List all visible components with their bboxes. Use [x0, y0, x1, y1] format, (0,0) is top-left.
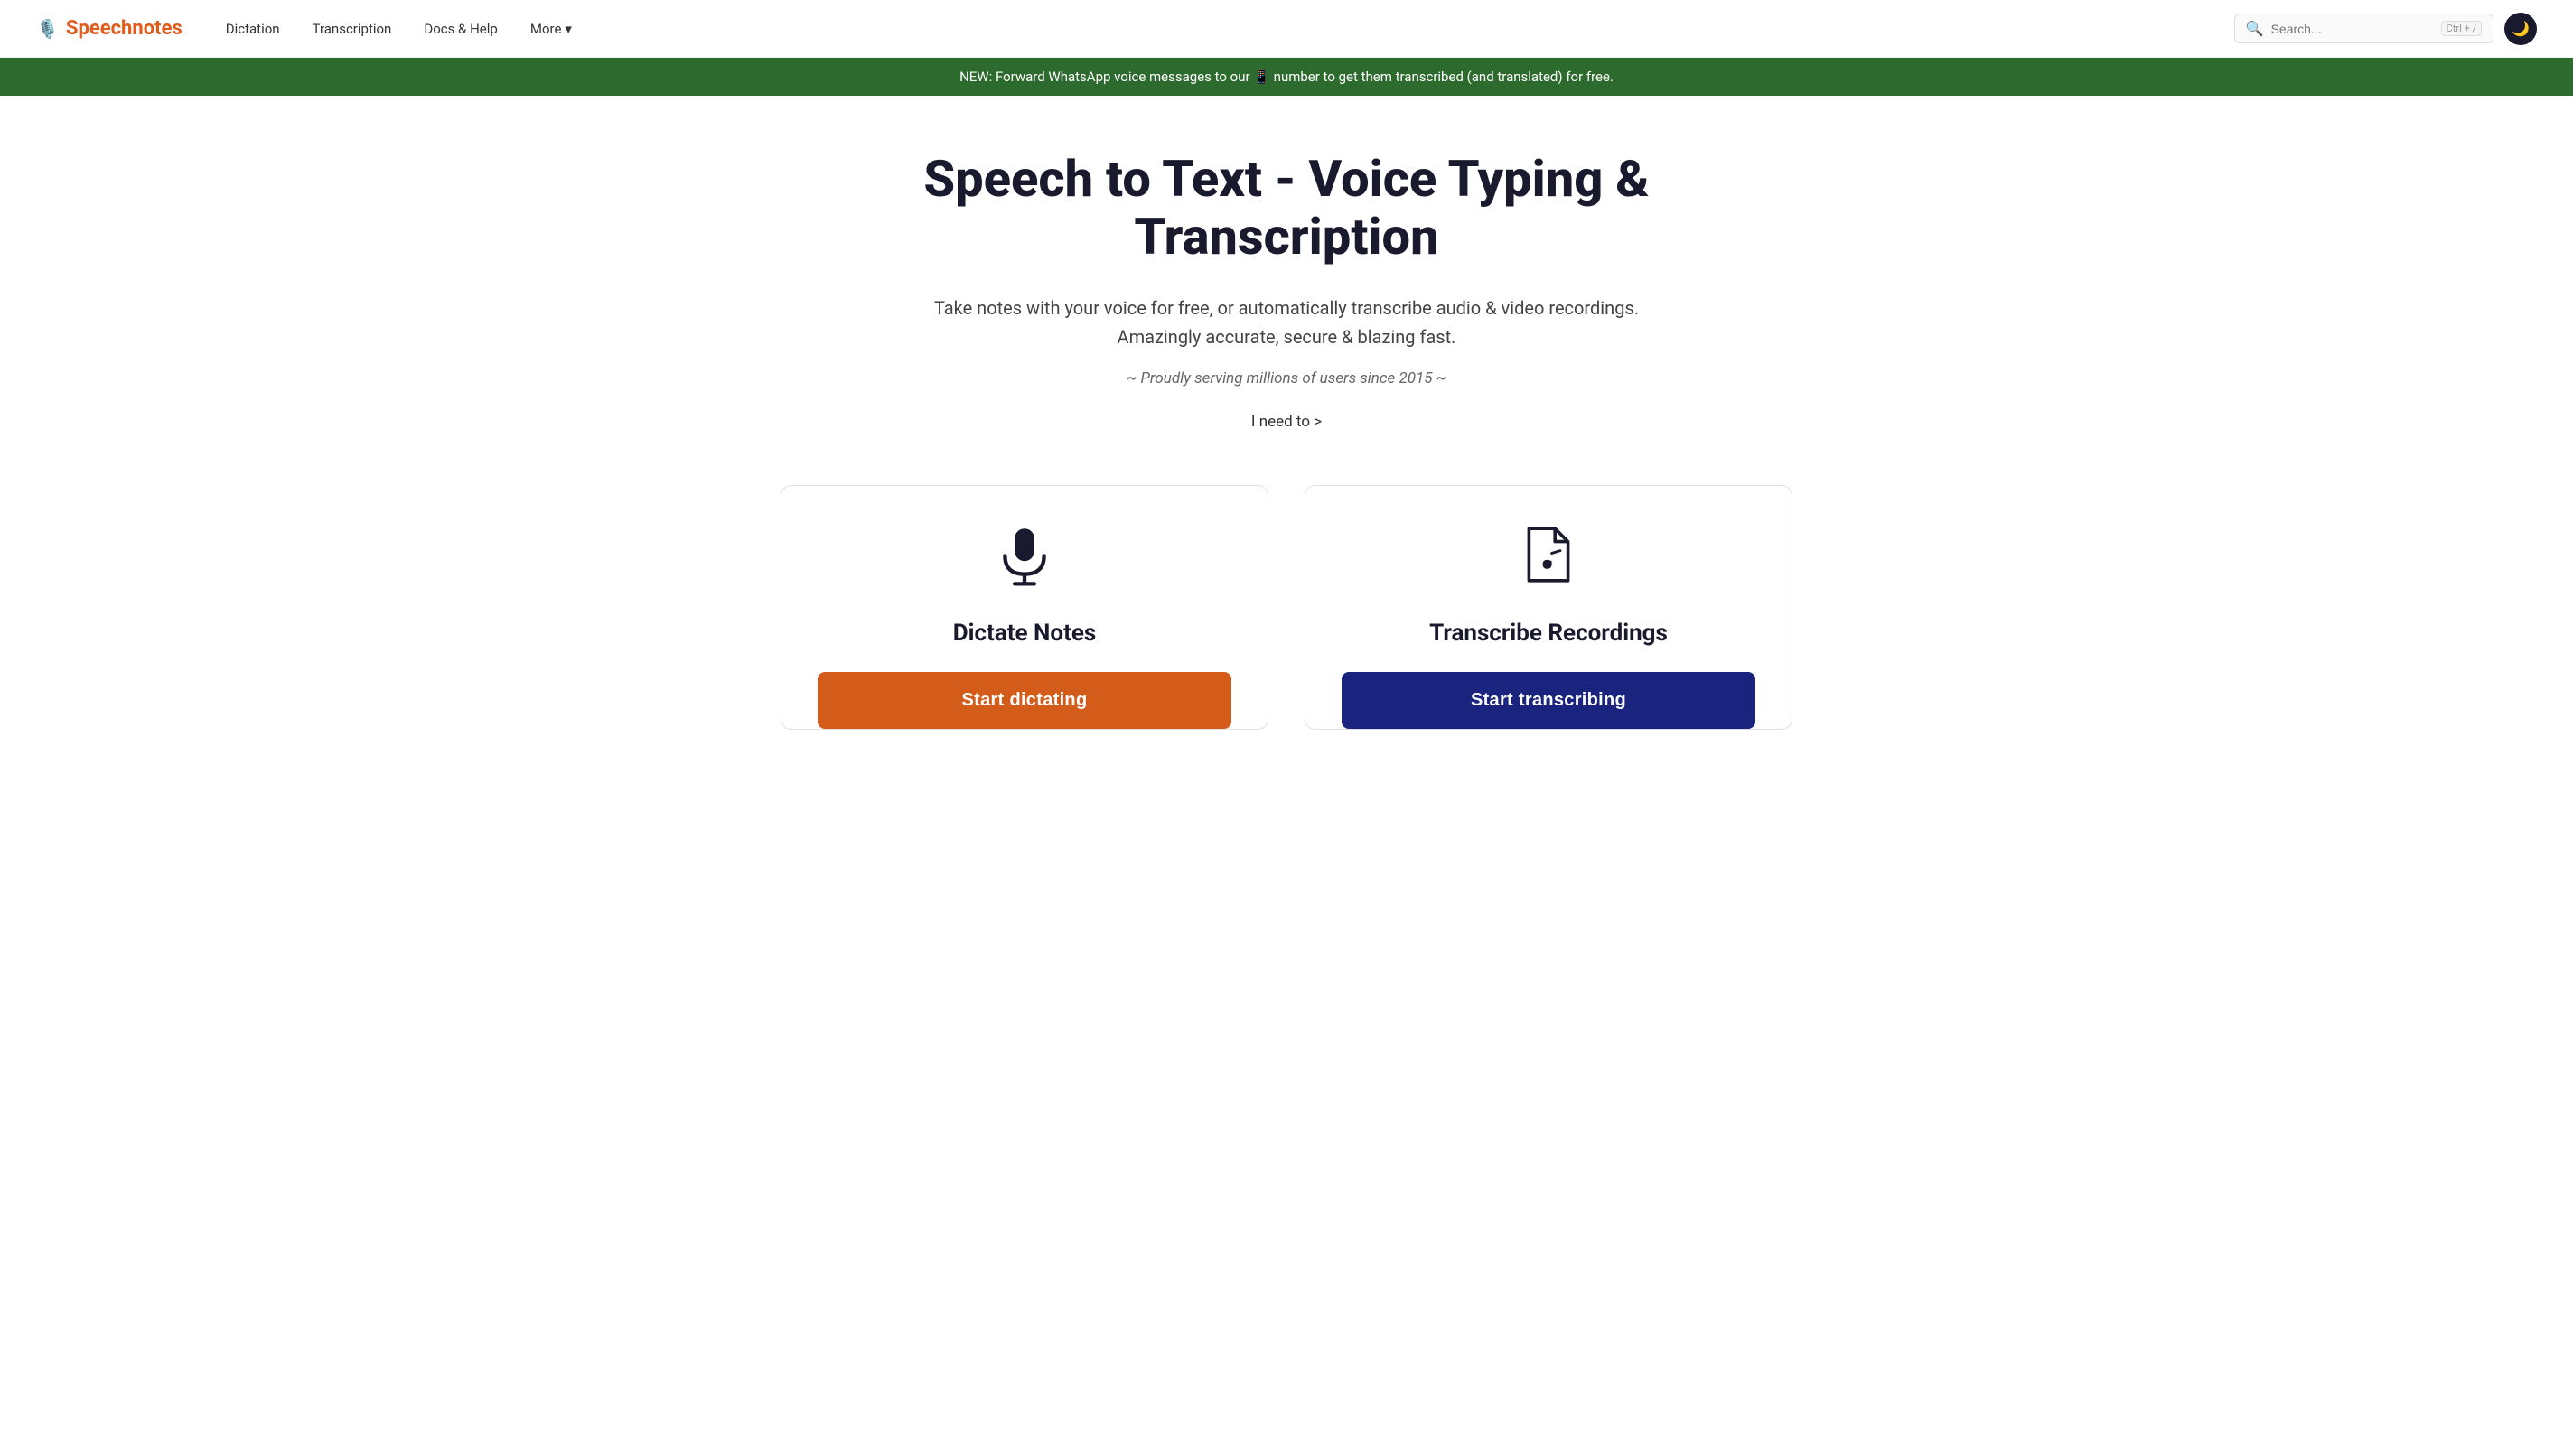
microphone-icon — [992, 522, 1057, 602]
dictate-card: Dictate Notes Start dictating — [781, 485, 1268, 730]
announcement-banner: NEW: Forward WhatsApp voice messages to … — [0, 58, 2573, 96]
theme-toggle-button[interactable]: 🌙 — [2504, 13, 2537, 45]
logo-text: Speechnotes — [66, 17, 182, 40]
cards-section: Dictate Notes Start dictating Transcribe… — [654, 467, 1919, 730]
search-input[interactable] — [2271, 22, 2434, 36]
transcribe-card-title: Transcribe Recordings — [1429, 620, 1668, 647]
hero-cta[interactable]: I need to > — [1251, 413, 1322, 431]
logo-link[interactable]: 🎙️ Speechnotes — [36, 17, 182, 40]
dictate-card-title: Dictate Notes — [953, 620, 1097, 647]
navbar: 🎙️ Speechnotes Dictation Transcription D… — [0, 0, 2573, 58]
hero-title: Speech to Text - Voice Typing & Transcri… — [898, 150, 1675, 266]
nav-right: 🔍 Ctrl + / 🌙 — [2234, 13, 2537, 45]
banner-text: NEW: Forward WhatsApp voice messages to … — [959, 69, 1614, 85]
nav-links: Dictation Transcription Docs & Help More… — [211, 14, 2234, 44]
start-dictating-button[interactable]: Start dictating — [818, 672, 1231, 729]
logo-icon: 🎙️ — [36, 18, 59, 40]
search-icon: 🔍 — [2246, 20, 2264, 37]
hero-tagline: ~ Proudly serving millions of users sinc… — [898, 369, 1675, 387]
audio-file-icon — [1516, 522, 1581, 602]
nav-item-transcription[interactable]: Transcription — [298, 14, 407, 44]
more-label: More — [530, 21, 562, 37]
moon-icon: 🌙 — [2512, 20, 2530, 37]
hero-subtitle: Take notes with your voice for free, or … — [898, 294, 1675, 351]
hero-section: Speech to Text - Voice Typing & Transcri… — [880, 96, 1693, 467]
chevron-down-icon: ▾ — [565, 21, 572, 37]
nav-item-docs-help[interactable]: Docs & Help — [409, 14, 512, 44]
search-shortcut: Ctrl + / — [2441, 21, 2482, 36]
search-box[interactable]: 🔍 Ctrl + / — [2234, 14, 2493, 43]
transcribe-card: Transcribe Recordings Start transcribing — [1305, 485, 1792, 730]
start-transcribing-button[interactable]: Start transcribing — [1342, 672, 1755, 729]
nav-item-dictation[interactable]: Dictation — [211, 14, 295, 44]
nav-item-more[interactable]: More ▾ — [516, 14, 586, 44]
